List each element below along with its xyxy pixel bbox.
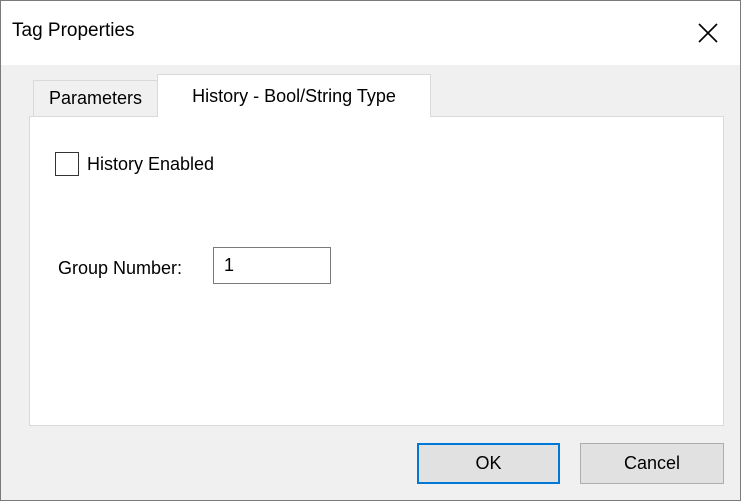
tab-parameters[interactable]: Parameters bbox=[33, 80, 158, 116]
ok-button[interactable]: OK bbox=[417, 443, 560, 484]
title-bar: Tag Properties bbox=[1, 1, 740, 65]
group-number-input[interactable] bbox=[213, 247, 331, 284]
history-enabled-checkbox[interactable] bbox=[55, 152, 79, 176]
close-icon bbox=[698, 23, 718, 43]
dialog-title: Tag Properties bbox=[12, 20, 135, 41]
tab-history-bool-string-type[interactable]: History - Bool/String Type bbox=[157, 74, 431, 117]
tag-properties-dialog: Tag Properties Parameters History - Bool… bbox=[0, 0, 741, 501]
history-enabled-option[interactable]: History Enabled bbox=[55, 152, 214, 176]
group-number-label: Group Number: bbox=[58, 258, 183, 278]
close-button[interactable] bbox=[676, 1, 740, 65]
cancel-button[interactable]: Cancel bbox=[580, 443, 724, 484]
history-enabled-label: History Enabled bbox=[87, 153, 215, 174]
